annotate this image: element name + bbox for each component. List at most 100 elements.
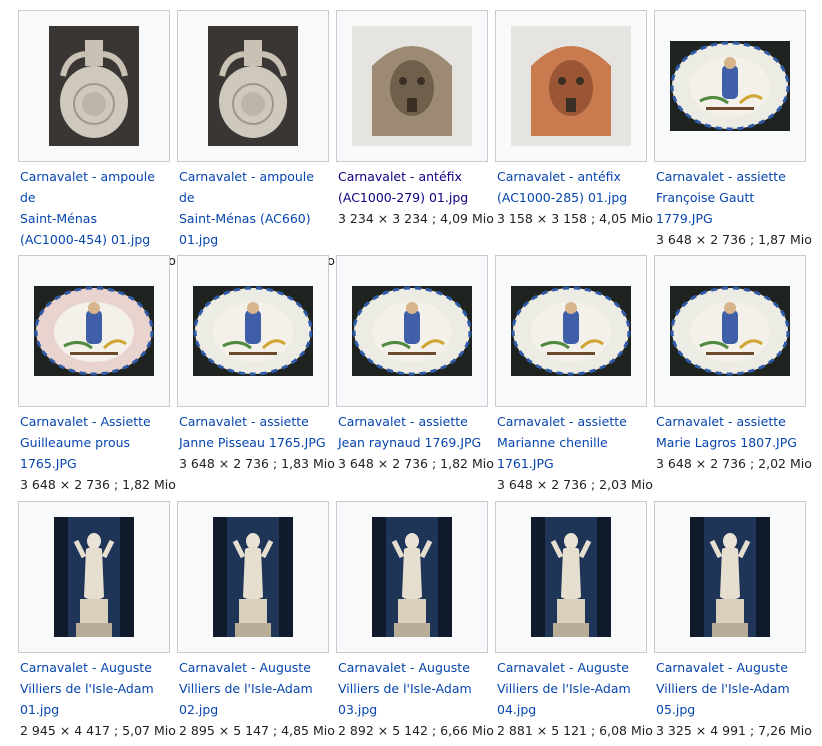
file-name-line: Guilleaume prous <box>20 435 131 450</box>
file-name-line: 1779.JPG <box>656 211 713 226</box>
thumbnail-link[interactable] <box>177 255 329 407</box>
file-name-link[interactable]: Carnavalet - assiette Jean raynaud 1769.J… <box>336 411 488 453</box>
file-name-line: Carnavalet - Auguste <box>338 660 470 675</box>
file-meta: 2 892 × 5 142 ; 6,66 Mio <box>338 723 494 738</box>
file-name-link[interactable]: Carnavalet - antéfix (AC1000-279) 01.jpg <box>336 166 488 208</box>
file-meta: 2 895 × 5 147 ; 4,85 Mio <box>179 723 335 738</box>
thumbnail-link[interactable] <box>336 501 488 653</box>
file-name-line: Françoise Gautt <box>656 190 755 205</box>
thumbnail-image <box>670 41 790 131</box>
gallery-item: Carnavalet - ampoule de Saint-Ménas (AC66… <box>177 10 335 271</box>
file-name-link[interactable]: Carnavalet - assiette Marie Lagros 1807.J… <box>654 411 806 453</box>
file-name-line: 1765.JPG <box>20 456 77 471</box>
file-meta: 3 325 × 4 991 ; 7,26 Mio <box>656 723 812 738</box>
file-name-link[interactable]: Carnavalet - Auguste Villiers de l'Isle-A… <box>495 657 647 720</box>
file-name-line: Carnavalet - Auguste <box>179 660 311 675</box>
file-name-link[interactable]: Carnavalet - Auguste Villiers de l'Isle-A… <box>336 657 488 720</box>
thumbnail-link[interactable] <box>495 501 647 653</box>
thumbnail-image <box>531 517 611 637</box>
file-name-link[interactable]: Carnavalet - ampoule de Saint-Ménas (AC100… <box>18 166 170 250</box>
thumbnail-link[interactable] <box>18 501 170 653</box>
file-name-line: Villiers de l'Isle-Adam <box>497 681 631 696</box>
file-name-line: Carnavalet - antéfix <box>338 169 462 184</box>
file-meta: 3 648 × 2 736 ; 1,87 Mio <box>656 232 812 247</box>
gallery-item: Carnavalet - ampoule de Saint-Ménas (AC100… <box>18 10 176 271</box>
file-name-link[interactable]: Carnavalet - assiette Françoise Gautt 1779… <box>654 166 806 229</box>
file-meta: 3 648 × 2 736 ; 2,02 Mio <box>656 456 812 471</box>
gallery-item: Carnavalet - Auguste Villiers de l'Isle-A… <box>18 501 176 741</box>
thumbnail-image <box>54 517 134 637</box>
file-name-line: Carnavalet - antéfix <box>497 169 621 184</box>
file-name-line: 1761.JPG <box>497 456 554 471</box>
thumbnail-image <box>511 26 631 146</box>
file-name-line: Carnavalet - Auguste <box>497 660 629 675</box>
thumbnail-link[interactable] <box>495 255 647 407</box>
file-name-link[interactable]: Carnavalet - ampoule de Saint-Ménas (AC66… <box>177 166 329 250</box>
file-meta: 3 158 × 3 158 ; 4,05 Mio <box>497 211 653 226</box>
file-name-line: Carnavalet - ampoule de <box>20 169 155 205</box>
thumbnail-image <box>49 26 139 146</box>
file-name-line: Carnavalet - Assiette <box>20 414 151 429</box>
file-meta: 3 648 × 2 736 ; 1,82 Mio <box>20 477 176 492</box>
file-name-link[interactable]: Carnavalet - assiette Marianne chenille 17… <box>495 411 647 474</box>
file-name-line: Janne Pisseau 1765.JPG <box>179 435 326 450</box>
file-name-line: Carnavalet - assiette <box>179 414 309 429</box>
file-name-line: 01.jpg <box>179 232 219 247</box>
thumbnail-link[interactable] <box>177 10 329 162</box>
thumbnail-link[interactable] <box>495 10 647 162</box>
file-meta: 3 648 × 2 736 ; 2,03 Mio <box>497 477 653 492</box>
gallery-item: Carnavalet - assiette Marie Lagros 1807.J… <box>654 255 812 474</box>
file-name-line: 01.jpg <box>20 702 60 717</box>
file-name-line: Marie Lagros 1807.JPG <box>656 435 797 450</box>
thumbnail-link[interactable] <box>336 255 488 407</box>
thumbnail-link[interactable] <box>18 255 170 407</box>
file-name-line: Carnavalet - assiette <box>656 414 786 429</box>
thumbnail-image <box>670 286 790 376</box>
file-name-line: Villiers de l'Isle-Adam <box>20 681 154 696</box>
thumbnail-link[interactable] <box>18 10 170 162</box>
thumbnail-image <box>213 517 293 637</box>
thumbnail-link[interactable] <box>654 501 806 653</box>
file-name-link[interactable]: Carnavalet - Auguste Villiers de l'Isle-A… <box>654 657 806 720</box>
file-meta: 2 945 × 4 417 ; 5,07 Mio <box>20 723 176 738</box>
thumbnail-image <box>352 286 472 376</box>
file-name-line: Carnavalet - assiette <box>656 169 786 184</box>
thumbnail-image <box>208 26 298 146</box>
file-name-line: (AC1000-454) 01.jpg <box>20 232 151 247</box>
thumbnail-image <box>690 517 770 637</box>
gallery-item: Carnavalet - assiette Jean raynaud 1769.J… <box>336 255 494 474</box>
gallery-item: Carnavalet - Auguste Villiers de l'Isle-A… <box>495 501 653 741</box>
file-name-link[interactable]: Carnavalet - assiette Janne Pisseau 1765.… <box>177 411 329 453</box>
file-name-link[interactable]: Carnavalet - Assiette Guilleaume prous 176… <box>18 411 170 474</box>
thumbnail-link[interactable] <box>654 10 806 162</box>
file-name-line: 04.jpg <box>497 702 537 717</box>
gallery-item: Carnavalet - assiette Janne Pisseau 1765.… <box>177 255 335 474</box>
file-name-line: Carnavalet - Auguste <box>20 660 152 675</box>
file-name-link[interactable]: Carnavalet - antéfix (AC1000-285) 01.jpg <box>495 166 647 208</box>
thumbnail-link[interactable] <box>177 501 329 653</box>
gallery-item: Carnavalet - Auguste Villiers de l'Isle-A… <box>177 501 335 741</box>
file-name-line: 05.jpg <box>656 702 696 717</box>
thumbnail-image <box>352 26 472 146</box>
thumbnail-image <box>193 286 313 376</box>
thumbnail-link[interactable] <box>654 255 806 407</box>
file-meta: 3 648 × 2 736 ; 1,82 Mio <box>338 456 494 471</box>
file-name-line: Carnavalet - assiette <box>497 414 627 429</box>
file-name-link[interactable]: Carnavalet - Auguste Villiers de l'Isle-A… <box>177 657 329 720</box>
thumbnail-link[interactable] <box>336 10 488 162</box>
file-name-line: Carnavalet - ampoule de <box>179 169 314 205</box>
file-name-link[interactable]: Carnavalet - Auguste Villiers de l'Isle-A… <box>18 657 170 720</box>
gallery-item: Carnavalet - antéfix (AC1000-285) 01.jpg 3… <box>495 10 653 229</box>
file-name-line: 02.jpg <box>179 702 219 717</box>
file-meta: 2 881 × 5 121 ; 6,08 Mio <box>497 723 653 738</box>
file-name-line: Carnavalet - assiette <box>338 414 468 429</box>
thumbnail-image <box>34 286 154 376</box>
gallery-item: Carnavalet - Auguste Villiers de l'Isle-A… <box>336 501 494 741</box>
file-name-line: Villiers de l'Isle-Adam <box>656 681 790 696</box>
gallery-item: Carnavalet - antéfix (AC1000-279) 01.jpg 3… <box>336 10 494 229</box>
file-name-line: Villiers de l'Isle-Adam <box>179 681 313 696</box>
file-meta: 3 648 × 2 736 ; 1,83 Mio <box>179 456 335 471</box>
file-name-line: Marianne chenille <box>497 435 608 450</box>
file-name-line: Jean raynaud 1769.JPG <box>338 435 482 450</box>
gallery-item: Carnavalet - assiette Françoise Gautt 1779… <box>654 10 812 250</box>
